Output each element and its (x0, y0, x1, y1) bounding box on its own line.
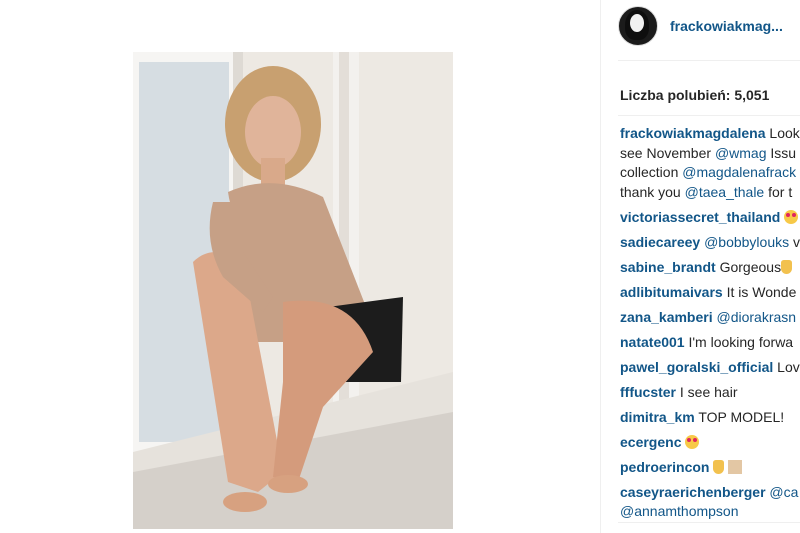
comment-text: TOP MODEL! (694, 408, 785, 425)
caption-text: thank you (620, 183, 685, 200)
comment-text: It is Wonde (722, 283, 797, 300)
caption-mention-link[interactable]: @wmag (715, 145, 767, 161)
comment-item: pawel_goralski_official Lov (620, 358, 800, 378)
avatar-face (630, 14, 644, 32)
caption-text: see November (620, 144, 715, 161)
comment-text: v (789, 233, 800, 250)
comments-list: frackowiakmagdalena Look see November @w… (620, 124, 800, 522)
comment-mention-link[interactable]: @bobbylouks (700, 234, 789, 250)
comment-item: sadiecareey @bobbylouks v (620, 233, 800, 253)
caption-text: Issu (766, 144, 797, 161)
comment-author-link[interactable]: fffucster (620, 384, 676, 400)
comment-text: Gorgeous (715, 258, 782, 275)
comment-item: caseyraerichenberger @ca @annamthompson (620, 483, 800, 522)
caption-text: collection (620, 164, 683, 180)
heart-eyes-emoji-icon (685, 434, 700, 449)
comment-author-link[interactable]: zana_kamberi (620, 309, 713, 325)
comment-author-link[interactable]: ecergenc (620, 434, 681, 450)
comment-item: pedroerincon (620, 458, 800, 478)
caption-author-link[interactable]: frackowiakmagdalena (620, 125, 766, 141)
comment-text: Lov (773, 358, 800, 375)
comment-author-link[interactable]: sadiecareey (620, 234, 700, 250)
comment-mention-link[interactable]: @annamthompson (620, 503, 739, 519)
comment-author-link[interactable]: adlibitumaivars (620, 284, 723, 300)
post-sidebar: frackowiakmag... Liczba polubień: 5,051 … (600, 0, 800, 533)
caption-mention-link[interactable]: @taea_thale (685, 184, 765, 200)
post-photo[interactable] (133, 52, 453, 529)
comment-item: fffucster I see hair (620, 383, 800, 403)
skin-tone-modifier-icon (728, 459, 743, 474)
comment-item: dimitra_km TOP MODEL! (620, 408, 800, 428)
ok-hand-emoji-icon (713, 459, 725, 474)
comment-item: adlibitumaivars It is Wonde (620, 283, 800, 303)
comment-mention-link[interactable]: @ca (766, 484, 798, 500)
hand-emoji-icon (781, 259, 793, 274)
likes-divider (618, 115, 800, 116)
header-divider (618, 60, 800, 61)
comment-item: zana_kamberi @diorakrasn (620, 308, 800, 328)
caption: frackowiakmagdalena Look see November @w… (620, 124, 800, 202)
comment-mention-link[interactable]: @diorakrasn (713, 309, 796, 325)
comment-item: victoriassecret_thailand (620, 208, 800, 228)
comment-author-link[interactable]: dimitra_km (620, 409, 695, 425)
likes-count[interactable]: Liczba polubień: 5,051 (620, 87, 769, 103)
comment-item: natate001 I'm looking forwa (620, 333, 800, 353)
comments-divider (618, 522, 800, 523)
comment-author-link[interactable]: victoriassecret_thailand (620, 209, 780, 225)
avatar[interactable] (618, 6, 658, 46)
comment-item: sabine_brandt Gorgeous (620, 258, 800, 278)
comment-text: I'm looking forwa (684, 333, 794, 350)
caption-text: Look (765, 125, 800, 141)
username-link[interactable]: frackowiakmag... (670, 18, 783, 34)
comment-author-link[interactable]: caseyraerichenberger (620, 484, 766, 500)
photo-illustration (133, 52, 453, 529)
post-header: frackowiakmag... (618, 6, 783, 46)
heart-eyes-emoji-icon (784, 209, 799, 224)
comment-author-link[interactable]: sabine_brandt (620, 259, 716, 275)
caption-text: for t (764, 183, 793, 200)
comment-author-link[interactable]: pawel_goralski_official (620, 359, 773, 375)
comment-author-link[interactable]: pedroerincon (620, 459, 709, 475)
comment-text: I see hair (676, 383, 738, 400)
caption-mention-link[interactable]: @magdalenafrack (682, 164, 796, 180)
comment-item: ecergenc (620, 433, 800, 453)
comment-author-link[interactable]: natate001 (620, 334, 685, 350)
